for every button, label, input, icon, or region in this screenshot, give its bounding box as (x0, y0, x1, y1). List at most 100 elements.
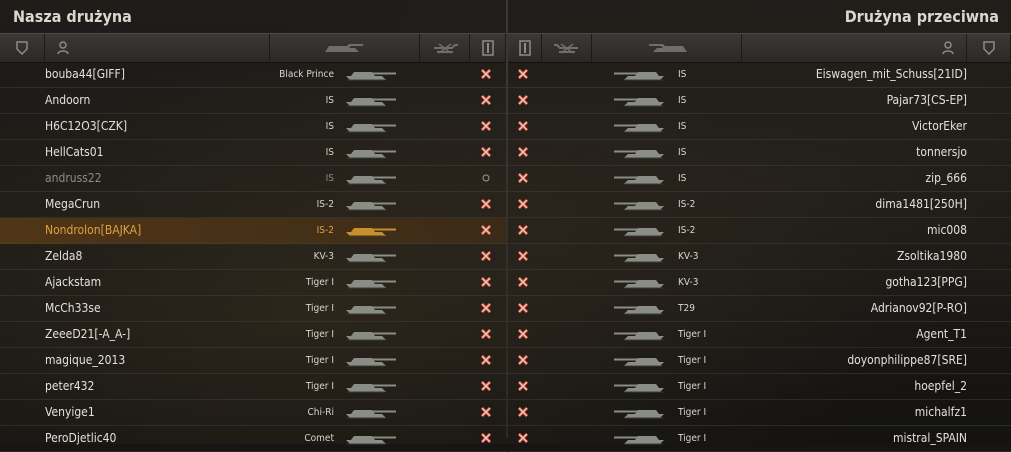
destroyed-icon (480, 198, 492, 210)
vehicle-name: IS (325, 147, 334, 158)
tank-silhouette-icon (612, 223, 668, 239)
player-name: HellCats01 (45, 145, 104, 159)
enemy-player-row[interactable]: doyonphilippe87[SRE] Tiger I (508, 348, 1011, 374)
enemy-player-row[interactable]: Adrianov92[P-RO] T29 (508, 296, 1011, 322)
destroyed-icon (480, 328, 492, 340)
player-name: Pajar73[CS-EP] (886, 93, 967, 107)
kills-icon[interactable] (420, 34, 470, 62)
vehicle-name: IS-2 (316, 199, 334, 210)
enemy-player-row[interactable]: tonnersjo IS (508, 140, 1011, 166)
destroyed-icon (517, 172, 529, 184)
kills-icon[interactable] (542, 34, 592, 62)
vehicle-name: IS-2 (678, 199, 696, 210)
enemy-column-header (508, 33, 1011, 63)
player-name: mic008 (926, 223, 967, 237)
enemy-player-row[interactable]: Pajar73[CS-EP] IS (508, 88, 1011, 114)
destroyed-icon (517, 250, 529, 262)
tank-silhouette-icon (612, 301, 668, 317)
player-icon[interactable] (45, 34, 270, 62)
vehicle-name: IS (325, 95, 334, 106)
player-name: peter432 (45, 379, 95, 393)
vehicle-name: Tiger I (678, 407, 707, 418)
player-name: andruss22 (45, 171, 102, 185)
tank-silhouette-icon (612, 197, 668, 213)
vehicle-icon[interactable] (592, 34, 742, 62)
player-name: Agent_T1 (916, 327, 967, 341)
player-name: doyonphilippe87[SRE] (847, 353, 967, 367)
enemy-player-row[interactable]: Eiswagen_mit_Schuss[21ID] IS (508, 62, 1011, 88)
destroyed-icon (480, 146, 492, 158)
vehicle-name: Tiger I (305, 381, 334, 392)
enemy-player-row[interactable]: michalfz1 Tiger I (508, 400, 1011, 426)
ally-player-row[interactable]: HellCats01 IS (0, 140, 506, 166)
destroyed-icon (517, 302, 529, 314)
enemy-player-row[interactable]: mistral_SPAIN Tiger I (508, 426, 1011, 452)
ally-player-row[interactable]: Venyige1 Chi-Ri (0, 400, 506, 426)
destroyed-icon (517, 94, 529, 106)
player-name: mistral_SPAIN (892, 431, 967, 445)
platoon-icon[interactable] (0, 34, 45, 62)
tier-icon[interactable] (508, 34, 542, 62)
player-name: Zsoltika1980 (897, 249, 967, 263)
ally-player-row[interactable]: MegaCrun IS-2 (0, 192, 506, 218)
vehicle-name: Tiger I (678, 329, 707, 340)
ally-player-row[interactable]: magique_2013 Tiger I (0, 348, 506, 374)
vehicle-name: KV-3 (678, 251, 699, 262)
player-name: tonnersjo (916, 145, 967, 159)
player-name: Eiswagen_mit_Schuss[21ID] (815, 67, 967, 81)
tank-silhouette-icon (612, 405, 668, 421)
vehicle-name: IS (678, 147, 687, 158)
destroyed-icon (517, 354, 529, 366)
destroyed-icon (517, 198, 529, 210)
ally-player-row[interactable]: bouba44[GIFF] Black Prince (0, 62, 506, 88)
ally-player-row[interactable]: Ajackstam Tiger I (0, 270, 506, 296)
player-name: VictorEker (911, 119, 967, 133)
tank-silhouette-icon (342, 405, 398, 421)
ally-player-row[interactable]: H6C12O3[CZK] IS (0, 114, 506, 140)
player-name: ZeeeD21[-A_A-] (45, 327, 131, 341)
enemy-player-row[interactable]: Zsoltika1980 KV-3 (508, 244, 1011, 270)
enemy-player-row[interactable]: VictorEker IS (508, 114, 1011, 140)
player-name: PeroDjetlic40 (45, 431, 117, 445)
tank-silhouette-icon (612, 327, 668, 343)
destroyed-icon (517, 432, 529, 444)
ally-player-row[interactable]: McCh33se Tiger I (0, 296, 506, 322)
ally-player-row[interactable]: PeroDjetlic40 Comet (0, 426, 506, 452)
destroyed-icon (480, 94, 492, 106)
enemy-player-row[interactable]: mic008 IS-2 (508, 218, 1011, 244)
tank-silhouette-icon (612, 379, 668, 395)
enemy-player-row[interactable]: dima1481[250H] IS-2 (508, 192, 1011, 218)
tank-silhouette-icon (612, 275, 668, 291)
vehicle-name: KV-3 (678, 277, 699, 288)
player-name: McCh33se (45, 301, 101, 315)
player-name: Andoorn (45, 93, 91, 107)
enemy-player-row[interactable]: zip_666 IS (508, 166, 1011, 192)
tank-silhouette-icon (342, 353, 398, 369)
tank-silhouette-icon (342, 379, 398, 395)
ally-player-row[interactable]: ZeeeD21[-A_A-] Tiger I (0, 322, 506, 348)
ally-player-row[interactable]: peter432 Tiger I (0, 374, 506, 400)
player-name: hoepfel_2 (914, 379, 967, 393)
ally-column-header (0, 33, 506, 63)
enemy-player-row[interactable]: hoepfel_2 Tiger I (508, 374, 1011, 400)
vehicle-name: IS (325, 173, 334, 184)
enemy-player-row[interactable]: Agent_T1 Tiger I (508, 322, 1011, 348)
destroyed-icon (517, 276, 529, 288)
tank-silhouette-icon (612, 145, 668, 161)
vehicle-name: Comet (304, 433, 334, 444)
vehicle-icon[interactable] (270, 34, 420, 62)
tank-silhouette-icon (612, 93, 668, 109)
enemy-player-row[interactable]: gotha123[PPG] KV-3 (508, 270, 1011, 296)
platoon-icon[interactable] (967, 34, 1011, 62)
ally-player-row[interactable]: Andoorn IS (0, 88, 506, 114)
ally-player-list: bouba44[GIFF] Black Prince Andoorn IS H6C12O… (0, 62, 506, 452)
destroyed-icon (480, 302, 492, 314)
player-icon[interactable] (742, 34, 967, 62)
ally-player-row[interactable]: Zelda8 KV-3 (0, 244, 506, 270)
vehicle-name: Chi-Ri (307, 407, 334, 418)
player-name: Ajackstam (45, 275, 102, 289)
ally-player-row[interactable]: Nondrolon[BAJKA] IS-2 (0, 218, 506, 244)
ally-player-row[interactable]: andruss22 IS (0, 166, 506, 192)
tier-icon[interactable] (470, 34, 506, 62)
tank-silhouette-icon (612, 67, 668, 83)
